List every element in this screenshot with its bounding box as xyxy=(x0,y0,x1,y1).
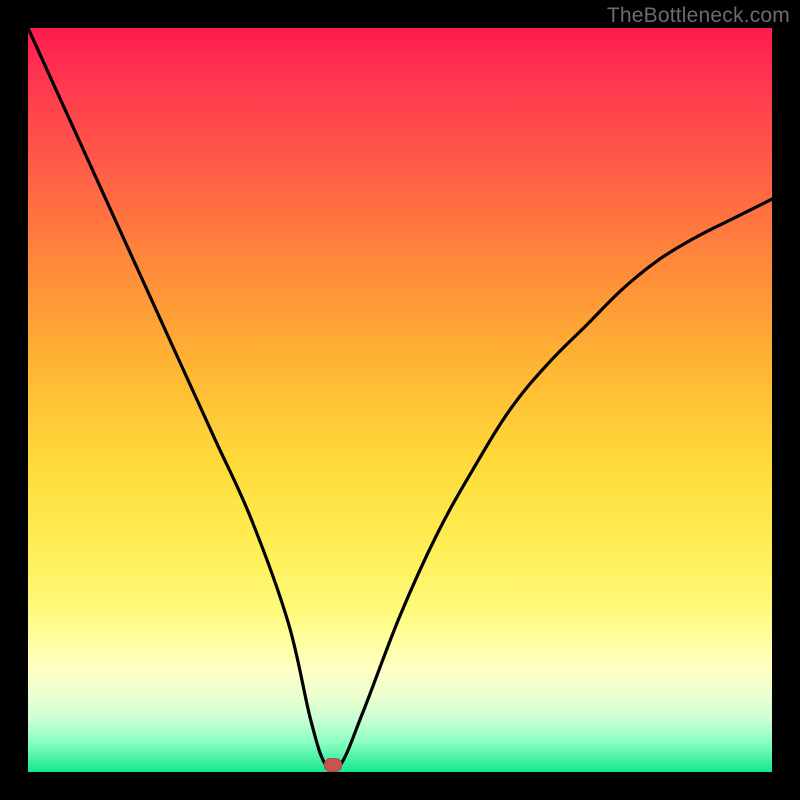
optimum-marker xyxy=(324,758,342,772)
curve-svg xyxy=(28,28,772,772)
plot-area xyxy=(28,28,772,772)
watermark-text: TheBottleneck.com xyxy=(607,4,790,28)
chart-frame: TheBottleneck.com xyxy=(0,0,800,800)
bottleneck-curve-path xyxy=(28,28,772,771)
